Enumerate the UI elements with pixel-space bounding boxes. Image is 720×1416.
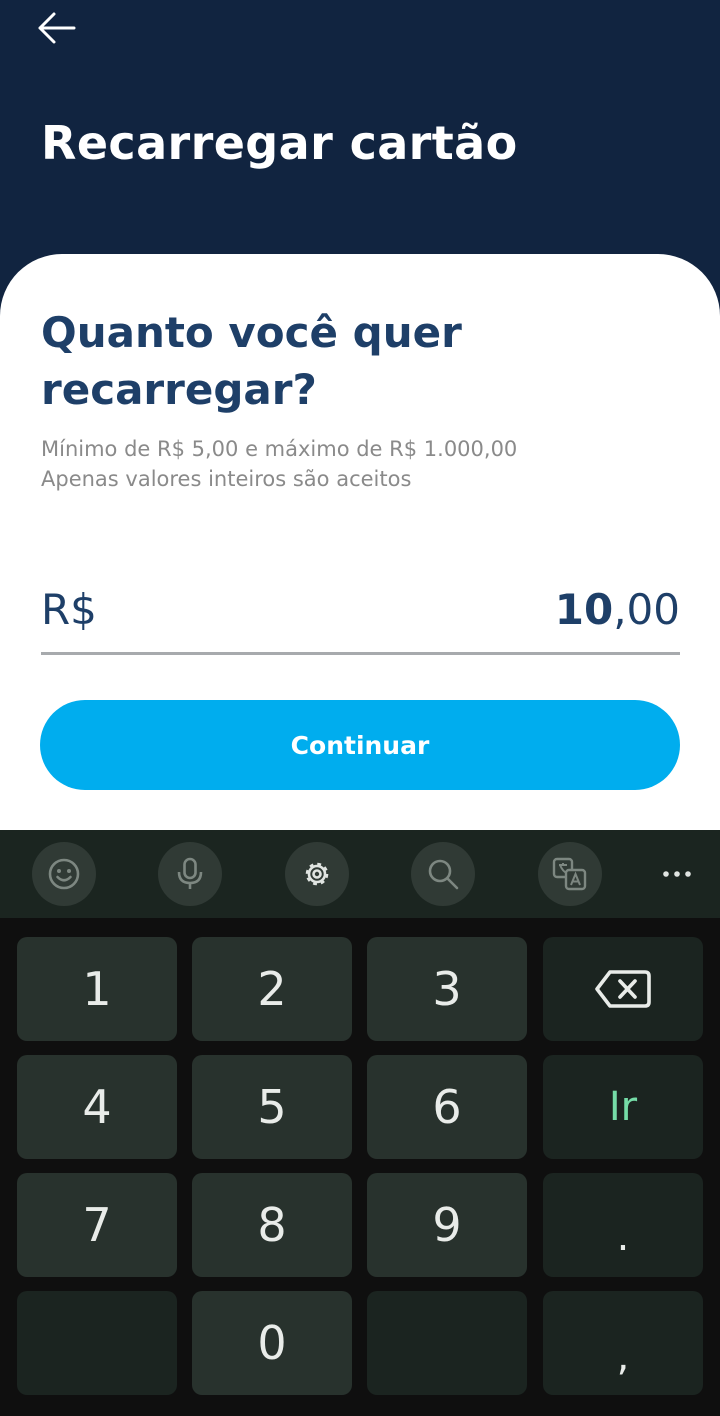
hint-limits: Mínimo de R$ 5,00 e máximo de R$ 1.000,0… [41, 437, 518, 461]
microphone-icon [177, 857, 203, 889]
key-3[interactable]: 3 [367, 937, 527, 1041]
search-icon [428, 859, 459, 890]
backspace-key[interactable] [543, 937, 703, 1041]
search-button[interactable] [411, 842, 475, 906]
hint-text: Mínimo de R$ 5,00 e máximo de R$ 1.000,0… [41, 434, 517, 494]
translate-icon [552, 857, 587, 891]
backspace-icon [595, 970, 651, 1008]
key-1[interactable]: 1 [17, 937, 177, 1041]
back-button[interactable] [30, 6, 82, 50]
key-0[interactable]: 0 [192, 1291, 352, 1395]
more-options-button[interactable] [650, 850, 704, 898]
key-5[interactable]: 5 [192, 1055, 352, 1159]
amount-value: 10,00 [555, 585, 680, 634]
key-4[interactable]: 4 [17, 1055, 177, 1159]
question-heading: Quanto você quer recarregar? [41, 308, 462, 414]
settings-icon [305, 862, 329, 886]
translate-button[interactable] [538, 842, 602, 906]
period-key[interactable]: . [543, 1173, 703, 1277]
keyboard-toolbar [0, 830, 720, 918]
voice-input-button[interactable] [158, 842, 222, 906]
more-icon [663, 871, 691, 877]
key-2[interactable]: 2 [192, 937, 352, 1041]
blank-key-middle [367, 1291, 527, 1395]
keyboard-settings-button[interactable] [285, 842, 349, 906]
key-7[interactable]: 7 [17, 1173, 177, 1277]
go-key[interactable]: Ir [543, 1055, 703, 1159]
continue-button[interactable]: Continuar [40, 700, 680, 790]
page-title: Recarregar cartão [41, 116, 518, 170]
key-8[interactable]: 8 [192, 1173, 352, 1277]
amount-decimal: ,00 [613, 585, 680, 634]
numeric-keyboard: 1 2 3 4 5 6 Ir 7 8 9 . 0 , [0, 830, 720, 1416]
arrow-left-icon [38, 12, 76, 44]
amount-input[interactable]: R$ 10,00 [41, 579, 680, 655]
currency-label: R$ [41, 585, 97, 634]
emoji-button[interactable] [32, 842, 96, 906]
blank-key-left [17, 1291, 177, 1395]
hint-integers: Apenas valores inteiros são aceitos [41, 467, 412, 491]
comma-key[interactable]: , [543, 1291, 703, 1395]
key-6[interactable]: 6 [367, 1055, 527, 1159]
amount-integer: 10 [554, 585, 614, 634]
emoji-icon [48, 858, 80, 890]
recharge-card: Quanto você quer recarregar? Mínimo de R… [0, 254, 720, 830]
key-9[interactable]: 9 [367, 1173, 527, 1277]
